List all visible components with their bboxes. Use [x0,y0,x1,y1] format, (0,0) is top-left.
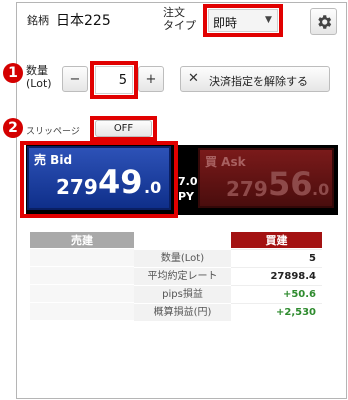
table-row: 平均約定レート 27898.4 [30,267,322,285]
row-label: 数量(Lot) [134,249,231,267]
slippage-toggle[interactable]: OFF [95,120,152,137]
ask-price-big: 56 [268,165,313,203]
bid-price-prefix: 279 [56,175,98,199]
spread-unit: PY [178,190,195,203]
row-label: 平均約定レート [134,267,231,285]
symbol-label: 銘柄 [27,14,49,27]
annotation-badge-1: 1 [3,63,23,83]
table-row: 概算損益(円) +2,530 [30,303,322,321]
ask-price-suffix: .0 [312,180,330,199]
ask-label: 買 Ask [205,155,246,169]
settings-button[interactable] [310,8,337,35]
gear-icon [317,14,331,29]
row-label: 概算損益(円) [134,303,231,321]
ask-price-prefix: 279 [226,177,268,201]
table-row: 数量(Lot) 5 [30,249,322,267]
order-type-label: 注文 タイプ [163,6,196,32]
close-icon: ✕ [188,71,199,86]
buy-value: 5 [231,249,322,266]
bid-button[interactable]: 売 Bid 279 49 .0 [27,146,171,210]
sell-position-header: 売建 [30,232,134,248]
bid-price-suffix: .0 [144,178,162,197]
quantity-input[interactable]: 5 [95,66,133,94]
symbol-value: 日本225 [56,13,111,29]
spread-value: 7.0 [178,175,198,188]
bid-label: 売 Bid [34,153,73,167]
table-row: pips損益 +50.6 [30,285,322,303]
buy-position-header: 買建 [231,232,322,248]
order-type-select[interactable]: 即時 ▼ [208,9,278,32]
quantity-label: 数量 (Lot) [26,64,52,90]
ask-button[interactable]: 買 Ask 279 56 .0 [198,148,334,208]
cancel-settlement-button[interactable]: ✕ 決済指定を解除する [180,66,330,92]
buy-value: 27898.4 [231,267,322,284]
quantity-decrement-button[interactable]: − [62,66,88,92]
row-label: pips損益 [134,285,231,303]
buy-value: +2,530 [231,303,322,320]
bid-price-big: 49 [98,163,143,201]
dropdown-arrow-icon: ▼ [265,15,272,25]
slippage-label: スリッページ [26,127,80,137]
buy-value: +50.6 [231,285,322,302]
quantity-increment-button[interactable]: + [138,66,164,92]
annotation-badge-2: 2 [3,118,23,138]
